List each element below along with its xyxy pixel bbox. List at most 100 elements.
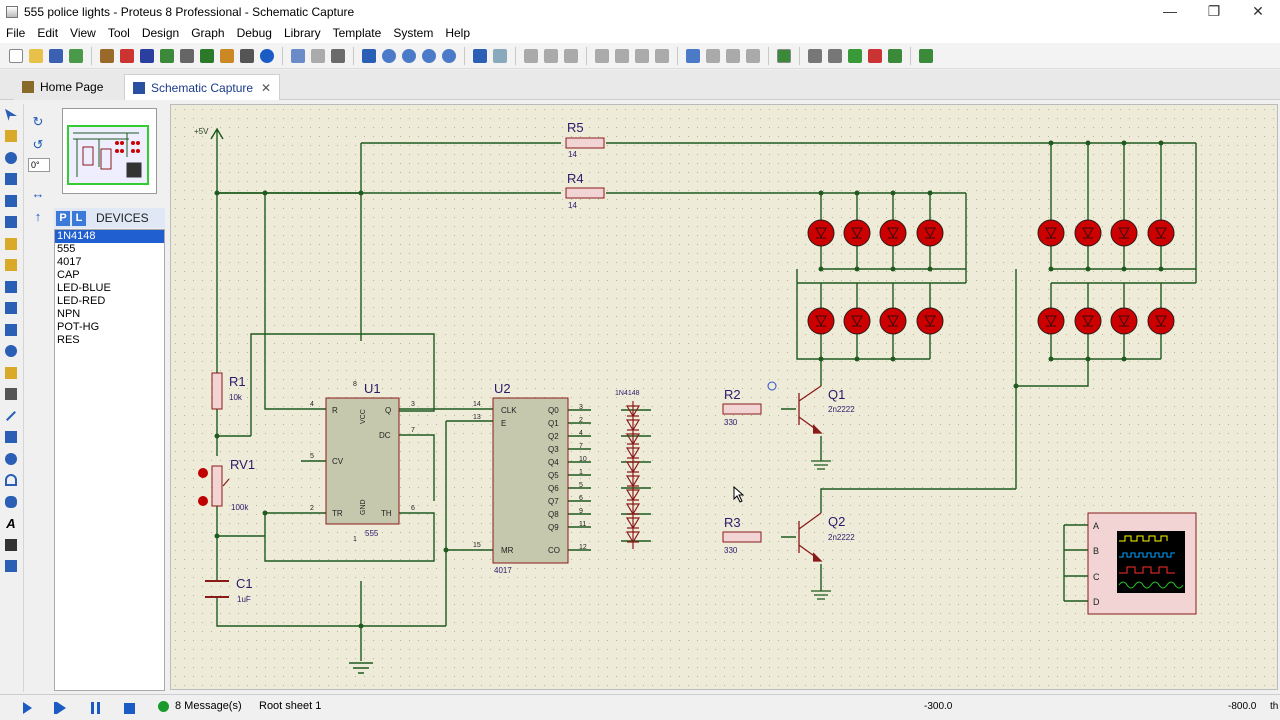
pan-icon[interactable] — [359, 46, 378, 65]
redo-icon[interactable] — [490, 46, 509, 65]
decompose-icon[interactable] — [743, 46, 762, 65]
led-array[interactable] — [807, 219, 1175, 335]
mirror-vertical-icon[interactable]: ↑ — [26, 205, 50, 228]
led-red[interactable] — [916, 307, 944, 335]
play-icon[interactable] — [18, 699, 36, 717]
import-icon[interactable] — [66, 46, 85, 65]
block-delete-icon[interactable] — [652, 46, 671, 65]
pause-icon[interactable] — [86, 699, 104, 717]
property-assign-icon[interactable] — [825, 46, 844, 65]
sheet-indicator[interactable]: Root sheet 1 — [259, 700, 321, 712]
netlist-icon[interactable] — [885, 46, 904, 65]
led-red[interactable] — [879, 307, 907, 335]
rotate-anticlockwise-icon[interactable]: ↺ — [26, 133, 50, 156]
led-red[interactable] — [807, 307, 835, 335]
virtual-instruments-icon[interactable] — [0, 384, 22, 406]
circle-2d-icon[interactable] — [0, 448, 22, 470]
voltage-probe-icon[interactable] — [0, 362, 22, 384]
copy-icon[interactable] — [541, 46, 560, 65]
device-item[interactable]: CAP — [55, 269, 164, 282]
power-terminal[interactable]: +5V — [194, 127, 224, 141]
menu-edit[interactable]: Edit — [31, 26, 64, 40]
tab-home-page[interactable]: Home Page — [14, 74, 124, 100]
diode-array-1n4148[interactable]: 1N4148 — [615, 390, 641, 549]
messages-indicator[interactable]: 8 Message(s) — [158, 700, 242, 712]
save-icon[interactable] — [46, 46, 65, 65]
home-icon[interactable] — [97, 46, 116, 65]
package-tool-icon[interactable] — [723, 46, 742, 65]
bom-icon[interactable] — [197, 46, 216, 65]
text-2d-icon[interactable]: A — [0, 513, 22, 535]
open-folder-icon[interactable] — [26, 46, 45, 65]
grid-icon[interactable] — [308, 46, 327, 65]
junction-dot-icon[interactable] — [0, 147, 22, 169]
search-tag-icon[interactable] — [805, 46, 824, 65]
mirror-horizontal-icon[interactable]: ↔ — [26, 182, 50, 205]
refresh-icon[interactable] — [288, 46, 307, 65]
device-item[interactable]: 1N4148 — [55, 230, 164, 243]
resistor-r5[interactable]: R5 14 — [565, 120, 605, 159]
help-icon[interactable] — [257, 46, 276, 65]
close-button[interactable]: ✕ — [1236, 0, 1280, 22]
symbol-2d-icon[interactable] — [0, 534, 22, 556]
ground-symbol[interactable] — [349, 662, 373, 674]
led-red[interactable] — [1074, 307, 1102, 335]
pick-devices-button[interactable]: P — [56, 210, 70, 226]
component-mode-icon[interactable] — [0, 126, 22, 148]
erc-icon[interactable] — [916, 46, 935, 65]
cut-icon[interactable] — [521, 46, 540, 65]
terminals-icon[interactable] — [0, 255, 22, 277]
device-item[interactable]: LED-BLUE — [55, 282, 164, 295]
device-item[interactable]: 555 — [55, 243, 164, 256]
close-tab-icon[interactable]: ✕ — [261, 81, 271, 95]
device-item[interactable]: RES — [55, 334, 164, 347]
led-red[interactable] — [1147, 219, 1175, 247]
block-rotate-icon[interactable] — [632, 46, 651, 65]
menu-library[interactable]: Library — [278, 26, 327, 40]
resistor-r1[interactable]: R1 10k — [211, 372, 246, 410]
wire-autorouter-icon[interactable] — [774, 46, 793, 65]
new-sheet-icon[interactable] — [845, 46, 864, 65]
delete-sheet-icon[interactable] — [865, 46, 884, 65]
zoom-area-icon[interactable] — [439, 46, 458, 65]
led-red[interactable] — [879, 219, 907, 247]
stop-icon[interactable] — [120, 699, 138, 717]
library-manager-button[interactable]: L — [72, 210, 86, 226]
transistor-q2[interactable] — [798, 512, 831, 600]
led-red[interactable] — [1037, 307, 1065, 335]
device-item[interactable]: LED-RED — [55, 295, 164, 308]
line-2d-icon[interactable] — [0, 405, 22, 427]
graph-mode-icon[interactable] — [0, 298, 22, 320]
led-red[interactable] — [1110, 219, 1138, 247]
zoom-in-icon[interactable] — [379, 46, 398, 65]
menu-view[interactable]: View — [64, 26, 102, 40]
device-item[interactable]: POT-HG — [55, 321, 164, 334]
menu-system[interactable]: System — [387, 26, 439, 40]
led-red[interactable] — [1074, 219, 1102, 247]
source-icon[interactable] — [237, 46, 256, 65]
undo-icon[interactable] — [470, 46, 489, 65]
notes-icon[interactable] — [217, 46, 236, 65]
marker-icon[interactable] — [0, 556, 22, 578]
box-2d-icon[interactable] — [0, 427, 22, 449]
gerber-icon[interactable] — [177, 46, 196, 65]
buses-icon[interactable] — [0, 212, 22, 234]
potentiometer-rv1[interactable]: RV1 100k — [198, 457, 255, 512]
led-red[interactable] — [1037, 219, 1065, 247]
rotate-clockwise-icon[interactable]: ↻ — [26, 110, 50, 133]
oscilloscope[interactable]: A B C D — [1087, 512, 1197, 615]
restore-button[interactable]: ❐ — [1192, 0, 1236, 22]
menu-debug[interactable]: Debug — [231, 26, 278, 40]
resistor-r4[interactable]: R4 14 — [565, 171, 605, 210]
wire-label-icon[interactable] — [0, 169, 22, 191]
capacitor-c1[interactable]: C1 1uF — [205, 576, 253, 604]
led-red[interactable] — [843, 307, 871, 335]
zoom-out-icon[interactable] — [399, 46, 418, 65]
step-icon[interactable] — [52, 699, 70, 717]
paste-icon[interactable] — [561, 46, 580, 65]
menu-file[interactable]: File — [0, 26, 31, 40]
origin-icon[interactable] — [328, 46, 347, 65]
tab-schematic-capture[interactable]: Schematic Capture ✕ — [124, 74, 280, 100]
menu-tool[interactable]: Tool — [102, 26, 136, 40]
block-move-icon[interactable] — [612, 46, 631, 65]
